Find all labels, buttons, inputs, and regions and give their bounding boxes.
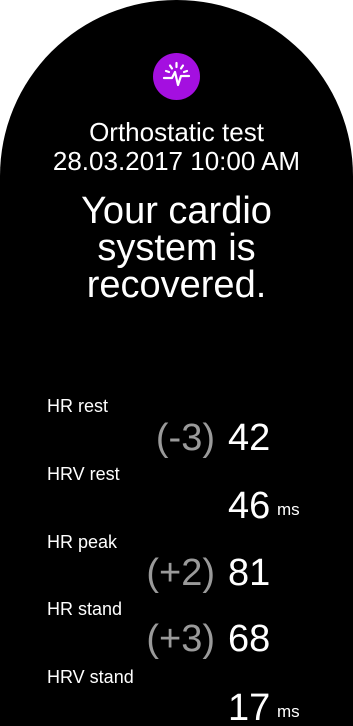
- metric-delta: (-3): [155, 417, 215, 459]
- result-line: Your cardio: [81, 190, 272, 232]
- heart-pulse-icon: [153, 53, 200, 100]
- metric-label-hrv-stand: HRV stand: [47, 667, 134, 687]
- metric-delta: (+3): [146, 618, 215, 660]
- metric-value: 81: [228, 552, 271, 594]
- watch-screen: Orthostatic test 28.03.2017 10:00 AM You…: [0, 0, 353, 726]
- metric-row-hr-peak: (+2) 81: [0, 551, 353, 595]
- metric-delta: (+2): [146, 552, 215, 594]
- test-title: Orthostatic test: [89, 117, 264, 147]
- metric-unit: ms: [277, 500, 300, 519]
- metric-label-hr-stand: HR stand: [47, 599, 123, 619]
- result-message: Your cardio system is recovered.: [0, 190, 353, 306]
- pulse-glyph: [162, 61, 191, 87]
- metric-row-hr-stand: (+3) 68: [0, 617, 353, 661]
- metric-row-hr-rest: (-3) 42: [0, 416, 353, 460]
- metric-label-hrv-rest: HRV rest: [47, 464, 120, 484]
- metric-label-hr-rest: HR rest: [47, 396, 109, 416]
- result-line: system is: [97, 227, 256, 269]
- metric-row-hrv-rest: 46 ms: [0, 484, 353, 528]
- test-datetime: 28.03.2017 10:00 AM: [52, 146, 301, 176]
- metric-value: 46: [228, 485, 271, 527]
- metric-value: 42: [228, 417, 271, 459]
- metric-row-hrv-stand: 17 ms: [0, 686, 353, 726]
- metric-unit: ms: [277, 702, 300, 721]
- metric-label-hr-peak: HR peak: [47, 532, 118, 552]
- metric-value: 17: [228, 687, 271, 726]
- metric-value: 68: [228, 618, 271, 660]
- result-line: recovered.: [86, 264, 267, 306]
